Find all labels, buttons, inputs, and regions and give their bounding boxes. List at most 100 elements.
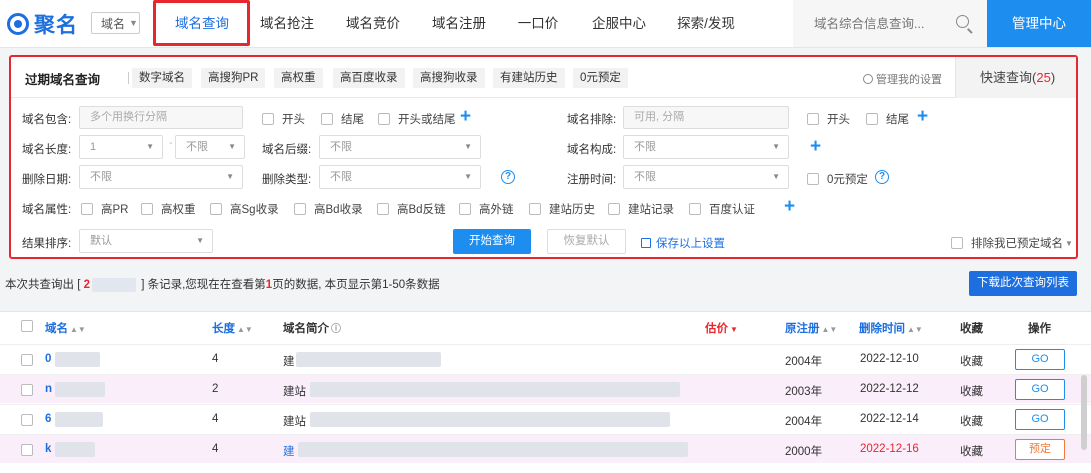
checkbox-box[interactable]	[262, 113, 274, 125]
delete-type-select[interactable]: 不限 ▼	[319, 165, 481, 189]
col-length[interactable]: 长度 ▲▼	[212, 320, 253, 336]
attr-high-pr-checkbox[interactable]: 高PR	[81, 201, 128, 217]
attr-site-record-checkbox[interactable]: 建站记录	[608, 201, 674, 217]
domain-link[interactable]: 0	[45, 353, 51, 365]
suffix-select[interactable]: 不限 ▼	[319, 135, 481, 159]
checkbox-box[interactable]	[210, 203, 222, 215]
add-icon[interactable]: +	[460, 107, 471, 126]
nav-domain-register[interactable]: 域名注册	[422, 0, 496, 47]
delete-date-select[interactable]: 不限 ▼	[79, 165, 243, 189]
help-icon[interactable]: ⓘ	[331, 324, 341, 335]
nav-enterprise[interactable]: 企服中心	[582, 0, 656, 47]
chip-high-sogou-index[interactable]: 高搜狗收录	[413, 68, 485, 88]
chip-high-baidu-index[interactable]: 高百度收录	[333, 68, 405, 88]
chevron-down-icon: ▼	[464, 172, 472, 181]
checkbox-box[interactable]	[459, 203, 471, 215]
go-button[interactable]: GO	[1015, 409, 1065, 430]
go-button[interactable]: GO	[1015, 349, 1065, 370]
checkbox-box[interactable]	[141, 203, 153, 215]
start-search-button[interactable]: 开始查询	[453, 229, 531, 254]
favorite-link[interactable]: 收藏	[960, 413, 983, 429]
row-checkbox[interactable]	[21, 384, 33, 396]
nav-domain-snap[interactable]: 域名抢注	[250, 0, 324, 47]
chip-site-history[interactable]: 有建站历史	[493, 68, 565, 88]
domain-type-select[interactable]: 域名 ▼	[91, 12, 140, 34]
compose-select[interactable]: 不限 ▼	[623, 135, 789, 159]
nav-explore[interactable]: 探索/发现	[668, 0, 744, 47]
nav-fixed-price[interactable]: 一口价	[508, 0, 568, 47]
attr-bd-backlink-checkbox[interactable]: 高Bd反链	[377, 201, 446, 217]
checkbox-box[interactable]	[378, 113, 390, 125]
checkbox-box[interactable]	[294, 203, 306, 215]
quick-query-tab[interactable]: 快速查询(25)	[955, 57, 1076, 98]
attr-site-history-checkbox[interactable]: 建站历史	[529, 201, 595, 217]
attr-bd-index-checkbox[interactable]: 高Bd收录	[294, 201, 363, 217]
col-delete-time[interactable]: 删除时间 ▲▼	[859, 320, 923, 336]
download-results-button[interactable]: 下载此次查询列表	[969, 271, 1077, 296]
domain-link[interactable]: n	[45, 383, 52, 395]
logo[interactable]: 聚名	[7, 9, 85, 39]
search-icon[interactable]	[956, 15, 969, 28]
checkbox-box[interactable]	[321, 113, 333, 125]
checkbox-box[interactable]	[951, 237, 963, 249]
checkbox-box[interactable]	[377, 203, 389, 215]
exclude-start-checkbox[interactable]: 开头	[807, 111, 850, 127]
register-time-select[interactable]: 不限 ▼	[623, 165, 789, 189]
checkbox-box[interactable]	[529, 203, 541, 215]
exclude-end-checkbox[interactable]: 结尾	[866, 111, 909, 127]
select-all-checkbox[interactable]	[21, 320, 33, 332]
domain-link[interactable]: k	[45, 443, 51, 455]
save-settings-link[interactable]: 保存以上设置	[641, 235, 725, 251]
chevron-down-icon: ▼	[196, 236, 204, 245]
chip-zero-reserve[interactable]: 0元预定	[573, 68, 628, 88]
search-input[interactable]	[814, 16, 964, 31]
checkbox-box[interactable]	[689, 203, 701, 215]
attr-sg-index-checkbox[interactable]: 高Sg收录	[210, 201, 279, 217]
contains-start-checkbox[interactable]: 开头	[262, 111, 305, 127]
row-checkbox[interactable]	[21, 444, 33, 456]
contains-end-checkbox[interactable]: 结尾	[321, 111, 364, 127]
favorite-link[interactable]: 收藏	[960, 383, 983, 399]
sort-select[interactable]: 默认 ▼	[79, 229, 213, 253]
scrollbar[interactable]	[1081, 375, 1087, 450]
col-price[interactable]: 估价 ▼	[705, 320, 738, 336]
row-checkbox[interactable]	[21, 414, 33, 426]
exclude-input[interactable]: 可用, 分隔	[623, 106, 789, 129]
checkbox-box[interactable]	[866, 113, 878, 125]
contains-either-checkbox[interactable]: 开头或结尾	[378, 111, 456, 127]
manage-settings-link[interactable]: 管理我的设置	[863, 71, 942, 87]
reset-button[interactable]: 恢复默认	[547, 229, 626, 254]
help-icon[interactable]: ?	[501, 170, 515, 184]
checkbox-box[interactable]	[81, 203, 93, 215]
checkbox-box[interactable]	[608, 203, 620, 215]
reserve-button[interactable]: 预定	[1015, 439, 1065, 460]
checkbox-box[interactable]	[807, 173, 819, 185]
length-min-select[interactable]: 1 ▼	[79, 135, 163, 159]
attr-outlink-checkbox[interactable]: 高外链	[459, 201, 514, 217]
attr-high-weight-checkbox[interactable]: 高权重	[141, 201, 196, 217]
delete-type-value: 不限	[330, 171, 352, 183]
length-max-select[interactable]: 不限 ▼	[175, 135, 245, 159]
chip-high-sogou-pr[interactable]: 高搜狗PR	[201, 68, 266, 88]
exclude-reserved-checkbox[interactable]: 排除我已预定域名 ▼	[951, 235, 1073, 251]
chip-numeric-domain[interactable]: 数字域名	[132, 68, 192, 88]
col-domain[interactable]: 域名 ▲▼	[45, 320, 86, 336]
contains-input[interactable]: 多个用换行分隔	[79, 106, 243, 129]
attr-baidu-cert-checkbox[interactable]: 百度认证	[689, 201, 755, 217]
length-label: 域名长度:	[22, 144, 72, 156]
checkbox-box[interactable]	[807, 113, 819, 125]
help-icon[interactable]: ?	[875, 170, 889, 184]
nav-domain-auction[interactable]: 域名竞价	[336, 0, 410, 47]
row-checkbox[interactable]	[21, 354, 33, 366]
domain-link[interactable]: 6	[45, 413, 51, 425]
zero-reserve-checkbox[interactable]: 0元预定	[807, 171, 868, 187]
management-center-button[interactable]: 管理中心	[987, 0, 1091, 47]
add-icon[interactable]: +	[810, 137, 821, 156]
add-icon[interactable]: +	[784, 197, 795, 216]
favorite-link[interactable]: 收藏	[960, 353, 983, 369]
favorite-link[interactable]: 收藏	[960, 443, 983, 459]
go-button[interactable]: GO	[1015, 379, 1065, 400]
add-icon[interactable]: +	[917, 107, 928, 126]
chip-high-weight[interactable]: 高权重	[274, 68, 323, 88]
col-original-reg[interactable]: 原注册 ▲▼	[785, 320, 837, 336]
